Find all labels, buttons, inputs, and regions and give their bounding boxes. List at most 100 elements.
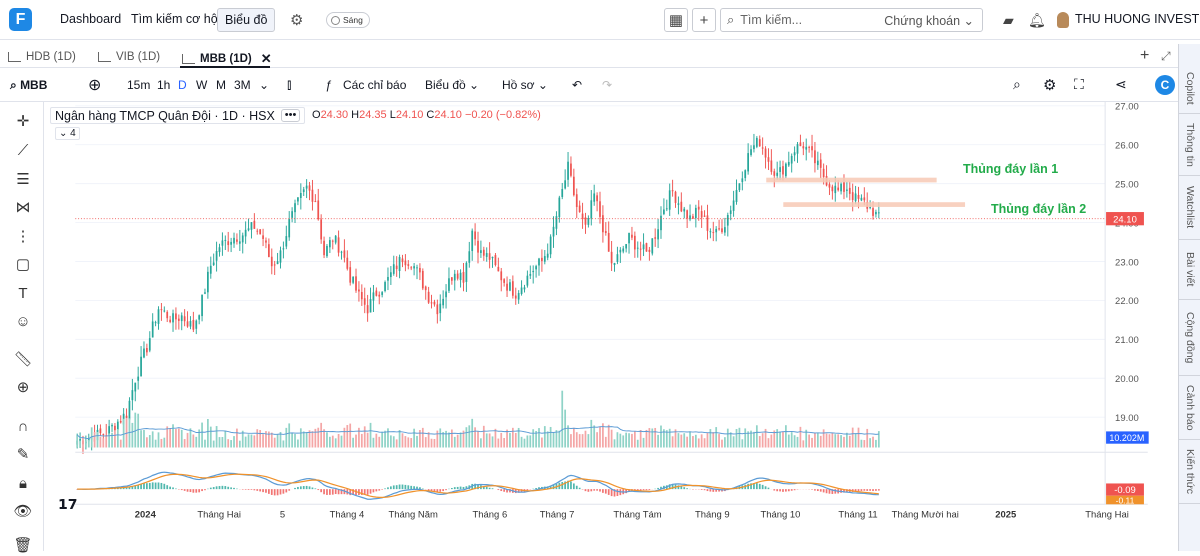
timeframe-3m[interactable]: 3M	[234, 78, 251, 92]
candle-body	[291, 211, 293, 218]
oscillator-bar	[393, 485, 395, 489]
sidebar-tab-posts[interactable]: Bài viết	[1179, 240, 1200, 300]
chart-type-button[interactable]: Biểu đồ ⌄	[425, 78, 479, 92]
settings-gear-icon[interactable]: ⚙	[290, 11, 303, 29]
lock-drawing-icon[interactable]: ✎	[12, 443, 34, 465]
gear-icon[interactable]: ⚙	[1043, 76, 1056, 94]
oscillator-bar	[439, 489, 441, 492]
rectangle-icon[interactable]: ▢	[12, 253, 34, 275]
oscillator-bar	[869, 489, 871, 491]
volume-bar	[326, 432, 328, 447]
redo-icon[interactable]: ↷	[602, 78, 612, 92]
profile-button[interactable]: Hồ sơ ⌄	[502, 78, 548, 92]
candle-type-icon[interactable]: ⫾	[287, 76, 291, 93]
add-button[interactable]: +	[692, 8, 716, 32]
timeframe-w[interactable]: W	[196, 78, 207, 92]
emoji-icon[interactable]: ☺	[12, 310, 34, 332]
oscillator-bar	[204, 489, 206, 490]
nav-chart[interactable]: Biểu đồ	[217, 8, 275, 32]
close-icon[interactable]: ✕	[261, 51, 272, 67]
nav-opportunities[interactable]: Tìm kiếm cơ hội	[131, 12, 220, 26]
zoom-in-icon[interactable]: ⊕	[12, 376, 34, 398]
magnet-icon[interactable]: ∩	[12, 415, 34, 437]
timeframe-1h[interactable]: 1h	[157, 78, 170, 92]
oscillator-bar	[405, 485, 407, 489]
candle-body	[210, 266, 212, 274]
volume-bar	[483, 426, 485, 448]
candle-body	[166, 312, 168, 318]
candle-body	[204, 292, 206, 293]
candle-body	[756, 138, 758, 147]
trash-icon[interactable]: 🗑︎	[12, 534, 34, 556]
nav-dashboard[interactable]: Dashboard	[60, 12, 121, 26]
lock-icon[interactable]: 🔒︎	[12, 472, 34, 494]
user-name[interactable]: THU HUONG INVEST	[1075, 12, 1199, 26]
search-scope-select[interactable]: Chứng khoán ⌄	[884, 13, 974, 28]
bell-icon[interactable]: 🔔︎	[1028, 12, 1046, 29]
tab-vib[interactable]: VIB (1D)	[98, 51, 160, 63]
add-tab-icon[interactable]: +	[1140, 47, 1149, 65]
brand-c-icon[interactable]: C	[1155, 75, 1175, 95]
share-icon[interactable]: ⋖	[1115, 76, 1127, 93]
projection-icon[interactable]: ⋮	[12, 225, 34, 247]
timeframe-15m[interactable]: 15m	[127, 78, 150, 92]
sidebar-tab-alerts[interactable]: Cảnh báo	[1179, 376, 1200, 440]
volume-bar	[88, 440, 90, 448]
timeframe-m[interactable]: M	[216, 78, 226, 92]
eye-icon[interactable]: 👁︎	[12, 500, 34, 522]
volume-bar	[274, 438, 276, 448]
search-scope-label: Chứng khoán	[884, 14, 960, 28]
candle-body	[814, 150, 816, 163]
quick-search-icon[interactable]: ⌕	[1013, 76, 1021, 93]
compare-add-icon[interactable]: ⊕	[88, 75, 101, 95]
candle-body	[131, 390, 133, 400]
sidebar-tab-knowledge[interactable]: Kiến thức	[1179, 440, 1200, 504]
oscillator-bar	[457, 487, 459, 489]
oscillator-bar	[323, 489, 325, 494]
tab-hdb[interactable]: HDB (1D)	[8, 51, 76, 63]
ruler-icon[interactable]: 📏︎	[12, 348, 34, 370]
sidebar-tab-watchlist[interactable]: Watchlist	[1179, 176, 1200, 240]
trend-line-icon[interactable]: ⟋	[12, 139, 34, 161]
candle-body	[576, 194, 578, 207]
oscillator-bar	[285, 489, 287, 492]
expand-icon[interactable]: ⤢	[1161, 49, 1171, 64]
volume-bar	[271, 433, 273, 448]
volume-bar	[733, 436, 735, 447]
fib-lines-icon[interactable]: ☰	[12, 168, 34, 190]
indicators-button[interactable]: Các chỉ báo	[343, 78, 406, 92]
crosshair-icon[interactable]: ✛	[12, 110, 34, 132]
fullscreen-icon[interactable]: ⛶	[1074, 76, 1084, 93]
theme-toggle[interactable]: Sáng	[326, 12, 370, 28]
symbol-search[interactable]: ⌕ MBB	[10, 78, 47, 93]
pattern-icon[interactable]: ⋈	[12, 196, 34, 218]
sidebar-tab-community[interactable]: Cộng đồng	[1179, 300, 1200, 376]
volume-bar	[105, 436, 107, 447]
candle-body	[509, 282, 511, 290]
layout-grid-icon[interactable]: ▦	[664, 8, 688, 32]
chat-icon[interactable]: ▰	[1003, 12, 1014, 29]
undo-icon[interactable]: ↶	[572, 78, 582, 92]
chevron-down-icon[interactable]: ⌄	[259, 78, 269, 92]
legend-collapse-button[interactable]: ⌄ 4	[55, 127, 80, 140]
candle-body	[140, 357, 142, 377]
candle-body	[163, 311, 165, 312]
volume-bar	[872, 437, 874, 448]
high-value: 24.35	[359, 109, 387, 121]
search-input[interactable]: Tìm kiếm...	[740, 13, 884, 27]
sidebar-tab-copilot[interactable]: Copilot	[1179, 64, 1200, 114]
tab-mbb[interactable]: MBB (1D)✕	[182, 51, 272, 67]
app-logo[interactable]: F	[9, 8, 32, 31]
more-options-icon[interactable]: •••	[281, 109, 301, 122]
annotation-break-1[interactable]: Thủng đáy lần 1	[963, 162, 1058, 176]
oscillator-bar	[230, 487, 232, 489]
search-box[interactable]: ⌕ Tìm kiếm... Chứng khoán ⌄	[720, 8, 983, 32]
avatar[interactable]	[1057, 12, 1069, 28]
volume-bar	[797, 437, 799, 448]
text-icon[interactable]: T	[12, 282, 34, 304]
sidebar-tab-info[interactable]: Thông tin	[1179, 114, 1200, 176]
timeframe-d[interactable]: D	[178, 78, 187, 92]
candle-body	[344, 250, 346, 257]
annotation-break-2[interactable]: Thủng đáy lần 2	[991, 202, 1086, 216]
candle-body	[309, 185, 311, 190]
